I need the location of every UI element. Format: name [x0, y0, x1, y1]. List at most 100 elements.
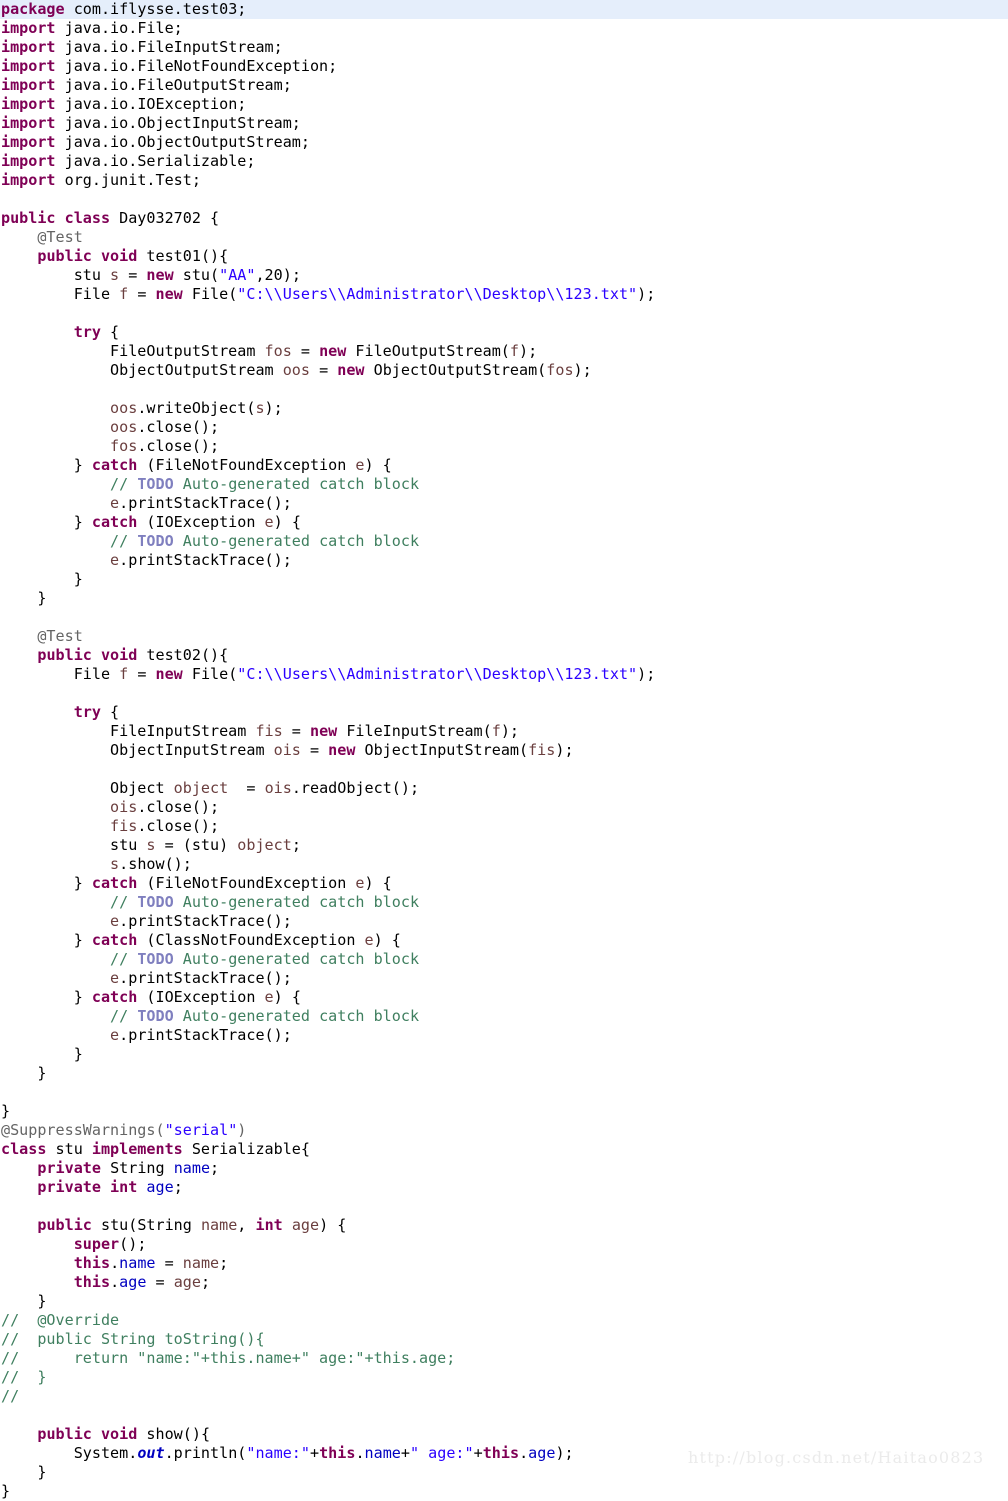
code-token-pln: .close();: [137, 798, 220, 816]
code-token-lvar: fis: [110, 817, 138, 835]
code-token-pln: Serializable{: [182, 1140, 310, 1158]
code-token-pln: ) {: [364, 874, 392, 892]
code-token-cmt: Auto-generated catch block: [173, 1007, 420, 1025]
code-token-lvar: e: [264, 988, 274, 1006]
code-line: // TODO Auto-generated catch block: [0, 475, 1008, 494]
code-token-fld: age: [528, 1444, 556, 1462]
code-token-pln: }: [1, 570, 83, 588]
code-token-pln: File(: [182, 285, 238, 303]
code-token-kw: catch: [91, 874, 138, 892]
code-token-lvar: f: [119, 665, 129, 683]
code-line: FileOutputStream fos = new FileOutputStr…: [0, 342, 1008, 361]
code-line: oos.close();: [0, 418, 1008, 437]
code-line: @SuppressWarnings("serial"): [0, 1121, 1008, 1140]
code-token-kw: catch: [91, 513, 138, 531]
code-token-cmt: // public String toString(){: [1, 1330, 265, 1348]
code-token-pln: =: [228, 779, 265, 797]
code-line: try {: [0, 703, 1008, 722]
code-token-kw: try: [73, 323, 101, 341]
code-token-pln: java.io.IOException;: [55, 95, 247, 113]
code-line: //: [0, 1387, 1008, 1406]
code-token-lvar: s: [110, 855, 120, 873]
code-token-kw: package: [1, 0, 65, 18]
code-token-str: "serial": [164, 1121, 238, 1139]
code-token-kw: try: [73, 703, 101, 721]
code-token-pln: .: [355, 1444, 365, 1462]
code-token-lvar: age: [173, 1273, 201, 1291]
code-line: stu s = (stu) object;: [0, 836, 1008, 855]
code-token-pln: stu(String: [91, 1216, 201, 1234]
code-token-pln: }: [1, 1292, 47, 1310]
code-token-pln: =: [128, 285, 156, 303]
code-token-str: "C:\\Users\\Administrator\\Desktop\\123.…: [237, 285, 638, 303]
code-token-pln: [1, 969, 110, 987]
code-token-pln: {: [100, 703, 120, 721]
code-line: try {: [0, 323, 1008, 342]
code-token-lvar: oos: [110, 418, 138, 436]
code-token-pln: .readObject();: [291, 779, 420, 797]
code-token-kw: public void: [37, 247, 138, 265]
code-line: }: [0, 1102, 1008, 1121]
code-token-kw: import: [1, 57, 56, 75]
code-token-kw: public: [37, 1216, 92, 1234]
code-line: // public String toString(){: [0, 1330, 1008, 1349]
code-line: // }: [0, 1368, 1008, 1387]
code-editor-content[interactable]: package com.iflysse.test03; import java.i…: [0, 0, 1008, 1501]
code-token-pln: );: [500, 722, 520, 740]
code-line: File f = new File("C:\\Users\\Administra…: [0, 285, 1008, 304]
code-token-lvar: fis: [255, 722, 283, 740]
code-token-pln: File: [1, 665, 120, 683]
code-line: fis.close();: [0, 817, 1008, 836]
code-token-kw: import: [1, 19, 56, 37]
code-token-kw: int: [255, 1216, 283, 1234]
code-token-kw: import: [1, 152, 56, 170]
code-token-sfld: out: [137, 1444, 165, 1462]
code-line: ois.close();: [0, 798, 1008, 817]
code-token-pln: }: [1, 1463, 47, 1481]
code-token-pln: File(: [182, 665, 238, 683]
code-token-lvar: e: [264, 513, 274, 531]
code-token-pln: =: [128, 665, 156, 683]
code-token-pln: org.junit.Test;: [55, 171, 201, 189]
code-token-pln: stu(: [173, 266, 220, 284]
code-token-lvar: e: [364, 931, 374, 949]
code-line: ObjectOutputStream oos = new ObjectOutpu…: [0, 361, 1008, 380]
code-token-todo: TODO: [137, 475, 174, 493]
code-line: this.age = age;: [0, 1273, 1008, 1292]
code-token-pln: ) {: [273, 513, 301, 531]
code-token-pln: .printStackTrace();: [119, 494, 292, 512]
code-token-lvar: s: [110, 266, 120, 284]
code-token-pln: [1, 1216, 37, 1234]
code-token-pln: File: [1, 285, 120, 303]
code-token-lvar: name: [200, 1216, 238, 1234]
code-token-cmt: //: [1, 532, 138, 550]
code-token-kw: new: [155, 285, 183, 303]
code-line: public void show(){: [0, 1425, 1008, 1444]
code-token-pln: [1, 1425, 37, 1443]
code-token-cmt: Auto-generated catch block: [173, 950, 420, 968]
code-token-pln: ObjectOutputStream: [1, 361, 283, 379]
code-token-pln: [1, 1178, 37, 1196]
code-token-lvar: fis: [528, 741, 556, 759]
code-token-ann: ): [237, 1121, 247, 1139]
code-token-cmt: //: [1, 1007, 138, 1025]
code-token-kw: new: [155, 665, 183, 683]
code-line: public stu(String name, int age) {: [0, 1216, 1008, 1235]
code-line: import org.junit.Test;: [0, 171, 1008, 190]
code-token-kw: public class: [1, 209, 111, 227]
code-token-pln: }: [1, 513, 92, 531]
code-token-pln: .printStackTrace();: [119, 969, 292, 987]
code-line: }: [0, 1292, 1008, 1311]
code-token-pln: stu: [1, 836, 147, 854]
code-token-cmt: //: [1, 475, 138, 493]
code-token-pln: +: [310, 1444, 320, 1462]
code-token-lvar: ois: [110, 798, 138, 816]
code-token-pln: java.io.File;: [55, 19, 183, 37]
code-token-pln: +: [400, 1444, 410, 1462]
code-token-pln: show(){: [137, 1425, 211, 1443]
code-token-fld: name: [119, 1254, 156, 1272]
